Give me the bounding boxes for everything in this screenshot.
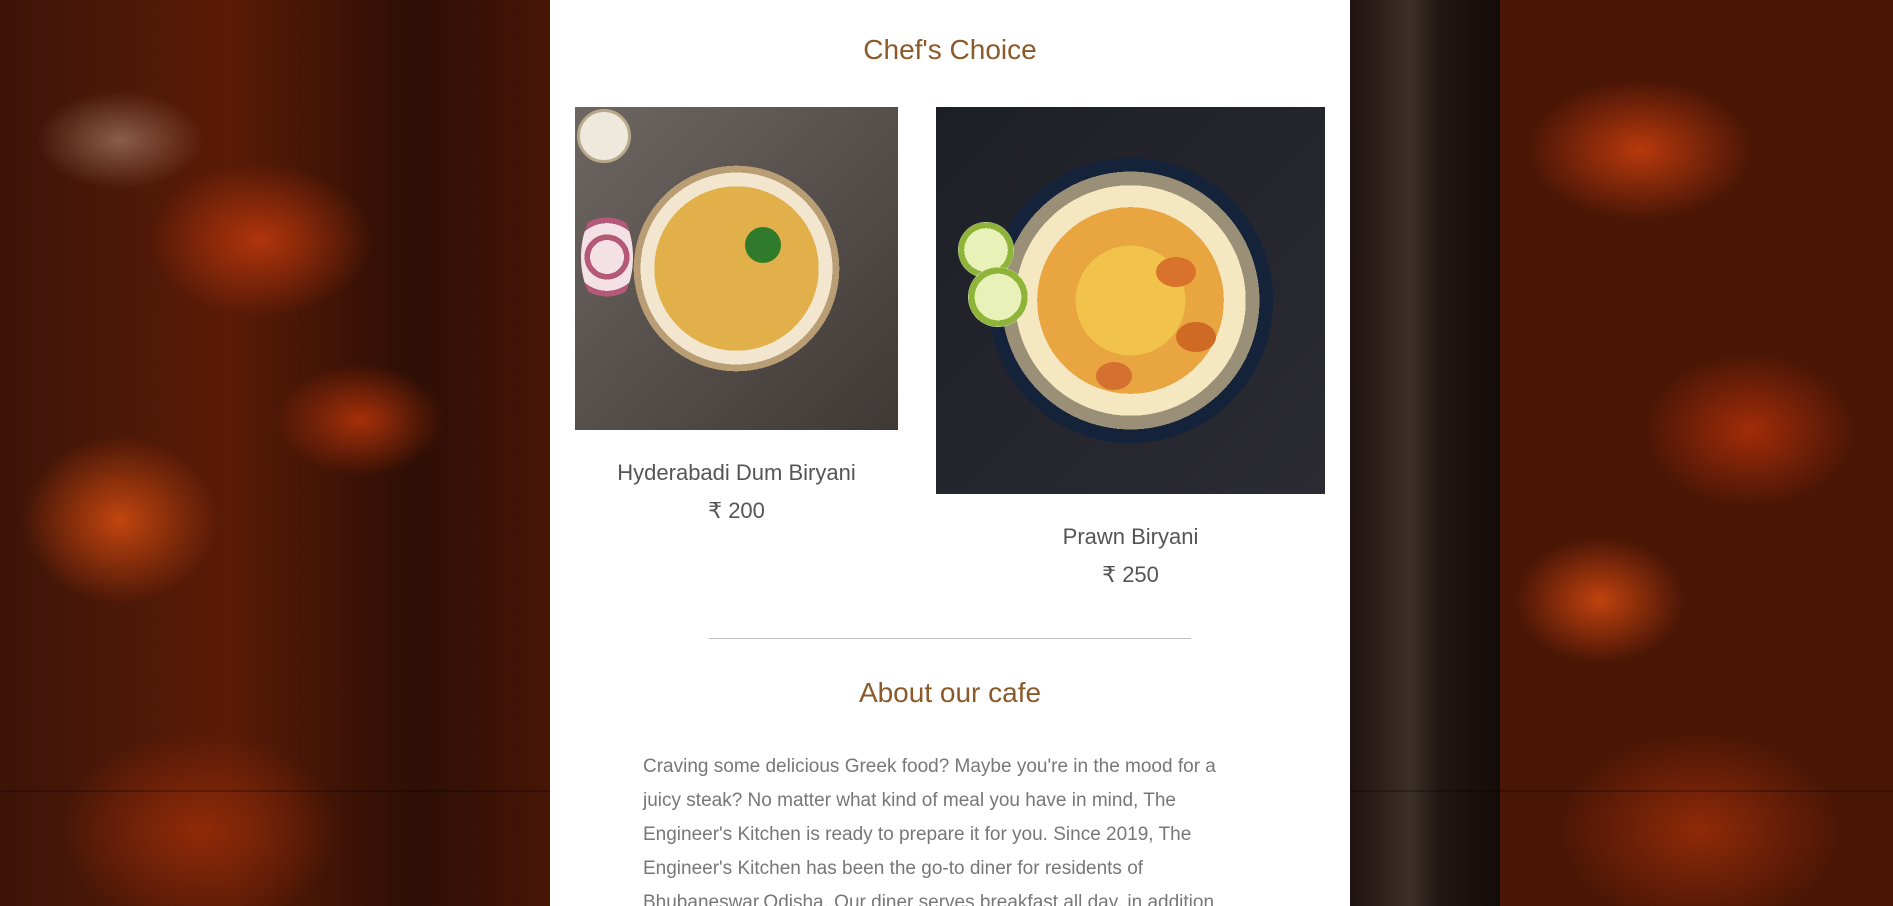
- prawn-icon: [1176, 322, 1216, 352]
- dish-name: Prawn Biryani: [1062, 524, 1199, 549]
- about-text: Craving some delicious Greek food? Maybe…: [643, 756, 1216, 906]
- chefs-choice-title: Chef's Choice: [863, 34, 1037, 65]
- dish-card-hyderabadi: Hyderabadi Dum Biryani ₹ 200: [575, 107, 898, 523]
- dish-card-prawn: Prawn Biryani ₹ 250: [936, 107, 1325, 587]
- onion-garnish-icon: [581, 207, 633, 307]
- dish-price: ₹ 200: [708, 498, 765, 523]
- about-title: About our cafe: [858, 677, 1042, 708]
- dish-name: Hyderabadi Dum Biryani: [617, 460, 856, 485]
- background-tray-strip: [1350, 0, 1500, 906]
- section-divider: [709, 638, 1191, 639]
- content-panel: Chef's Choice Hyderabadi Dum Biryani ₹ 2…: [550, 0, 1350, 906]
- dish-image-hyderabadi: [575, 107, 898, 430]
- dish-price: ₹ 250: [1102, 562, 1159, 587]
- prawn-icon: [1096, 362, 1132, 390]
- dish-image-prawn: [936, 107, 1325, 494]
- mint-leaf-icon: [745, 227, 781, 263]
- prawn-icon: [1156, 257, 1196, 287]
- lime-slice-icon: [968, 267, 1028, 327]
- bowl-icon: [577, 109, 631, 163]
